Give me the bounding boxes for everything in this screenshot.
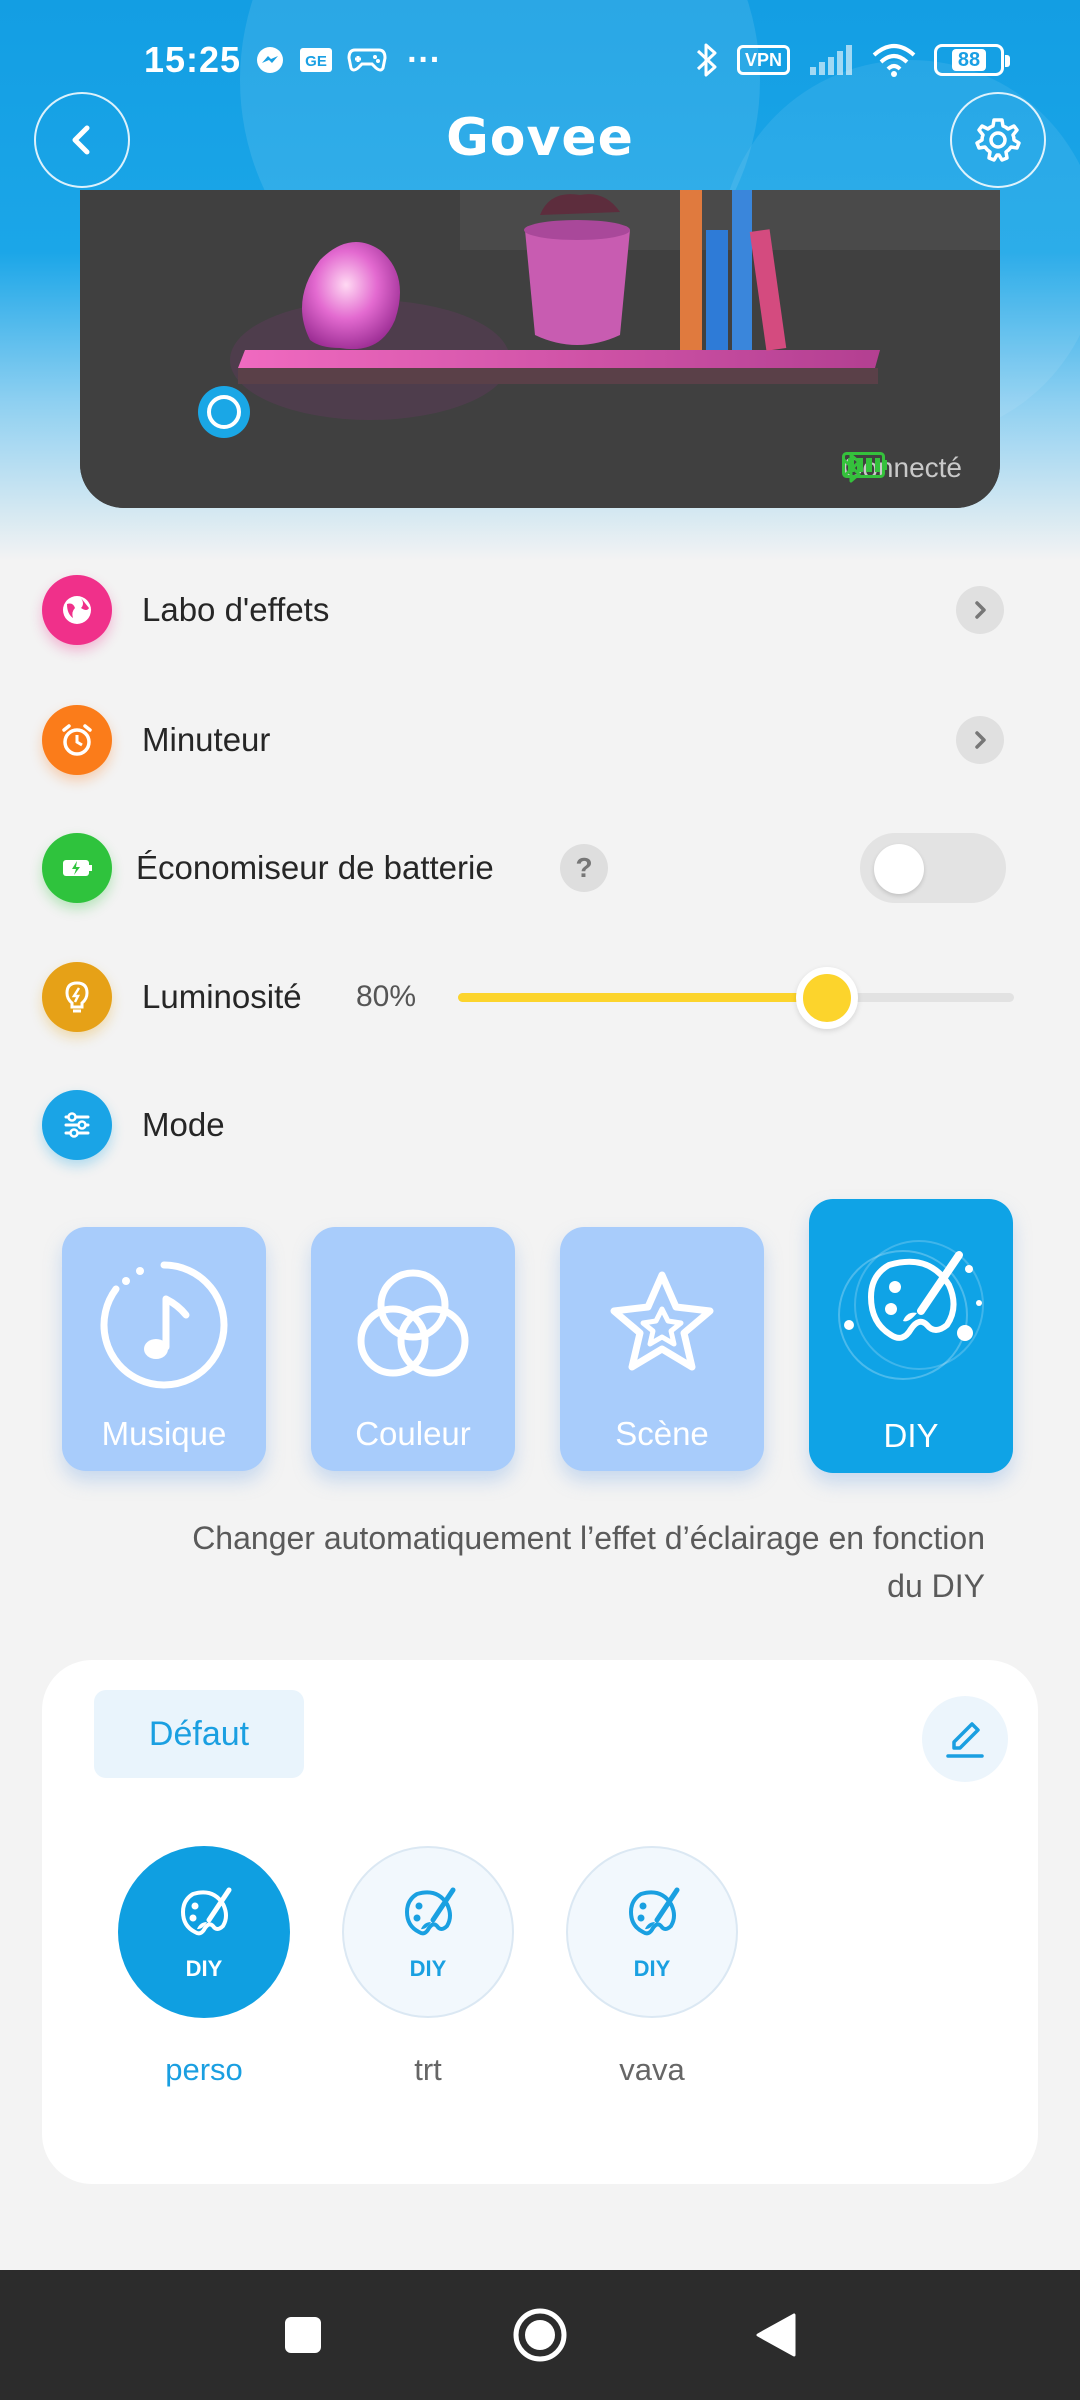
square-icon (285, 2317, 321, 2353)
battery-saver-toggle[interactable] (860, 833, 1006, 903)
signal-icon (808, 45, 854, 75)
diy-preset-circle: DIY (342, 1846, 514, 2018)
settings-button[interactable] (950, 92, 1046, 188)
battery-saver-row: Économiseur de batterie ? (0, 818, 1080, 918)
app-logo: Govee (446, 108, 634, 168)
mode-tile-color[interactable]: Couleur (311, 1227, 515, 1471)
diy-preset-circle: DIY (566, 1846, 738, 2018)
globe-icon (42, 575, 112, 645)
system-navigation-bar (0, 2270, 1080, 2400)
paint-palette-icon (838, 1240, 984, 1380)
help-icon[interactable]: ? (560, 844, 608, 892)
diy-preset-name: perso (165, 2052, 243, 2087)
effects-lab-label: Labo d'effets (142, 591, 330, 628)
diy-preset-perso[interactable]: DIY perso (118, 1846, 290, 2088)
status-time: 15:25 (144, 39, 242, 80)
battery-charge-icon (42, 833, 112, 903)
diy-preset-circle: DIY (118, 1846, 290, 2018)
status-bar: 15:25 GE ··· VPN 88 (0, 28, 1080, 92)
ge-app-icon: GE (299, 47, 333, 73)
edit-button[interactable] (922, 1696, 1008, 1782)
default-tab[interactable]: Défaut (94, 1690, 304, 1778)
brightness-row: Luminosité 80% (0, 947, 1080, 1047)
diy-tag: DIY (633, 1956, 671, 1981)
diy-preset-name: vava (619, 2052, 685, 2087)
more-notifications: ··· (407, 40, 442, 79)
mode-row: Mode (0, 1075, 1080, 1175)
diy-preset-name: trt (414, 2052, 442, 2087)
gamepad-icon (347, 46, 387, 74)
back-nav-button[interactable] (716, 2270, 836, 2400)
diy-preset-trt[interactable]: DIY trt (342, 1846, 514, 2088)
sliders-icon (42, 1090, 112, 1160)
gear-icon (975, 118, 1021, 162)
circle-home-icon (513, 2308, 567, 2362)
diy-preset-vava[interactable]: DIY vava (566, 1846, 738, 2088)
mode-tile-label: Couleur (355, 1415, 471, 1452)
alexa-icon (198, 386, 250, 438)
mode-tile-music[interactable]: Musique (62, 1227, 266, 1471)
mode-tile-label: Scène (615, 1415, 709, 1452)
mode-tile-scene[interactable]: Scène (560, 1227, 764, 1471)
diy-card: Défaut DIY perso DIY trt DIY vava (42, 1660, 1038, 2184)
home-button[interactable] (480, 2270, 600, 2400)
diy-tag: DIY (185, 1956, 223, 1981)
effects-lab-row[interactable]: Labo d'effets (0, 560, 1080, 660)
pencil-icon (946, 1722, 984, 1758)
chevron-right-icon (956, 586, 1004, 634)
brightness-value: 80% (356, 980, 417, 1013)
triangle-back-icon (756, 2313, 796, 2357)
mode-tile-label: DIY (883, 1417, 939, 1454)
svg-text:GE: GE (305, 53, 327, 70)
wifi-icon (872, 43, 916, 77)
color-circles-icon (357, 1269, 469, 1377)
battery-saver-label: Économiseur de batterie (136, 849, 494, 886)
connection-status: Connecté (842, 452, 962, 484)
music-icon (100, 1261, 228, 1389)
paint-palette-icon (181, 1887, 232, 1936)
battery-indicator: 88 (934, 44, 1010, 76)
alarm-clock-icon (42, 705, 112, 775)
mode-label: Mode (142, 1106, 225, 1143)
recents-button[interactable] (243, 2270, 363, 2400)
timer-row[interactable]: Minuteur (0, 690, 1080, 790)
brightness-slider-handle[interactable] (796, 967, 858, 1029)
mode-tile-diy[interactable]: DIY (809, 1199, 1013, 1473)
brightness-slider[interactable] (458, 967, 1014, 1029)
brightness-label: Luminosité (142, 978, 302, 1015)
star-icon (610, 1271, 714, 1371)
bluetooth-icon (695, 42, 719, 78)
mode-description: Changer automatiquement l’effet d’éclair… (192, 1520, 985, 1604)
device-preview[interactable]: Connecté (80, 190, 1000, 508)
timer-label: Minuteur (142, 721, 271, 758)
vpn-badge: VPN (736, 45, 790, 75)
lightbulb-icon (42, 962, 112, 1032)
bluetooth-connected-icon (843, 453, 861, 483)
paint-palette-icon (405, 1887, 456, 1936)
messenger-icon (255, 45, 285, 75)
mode-tile-label: Musique (101, 1415, 227, 1452)
diy-tag: DIY (409, 1956, 447, 1981)
chevron-right-icon (956, 716, 1004, 764)
paint-palette-icon (629, 1887, 680, 1936)
